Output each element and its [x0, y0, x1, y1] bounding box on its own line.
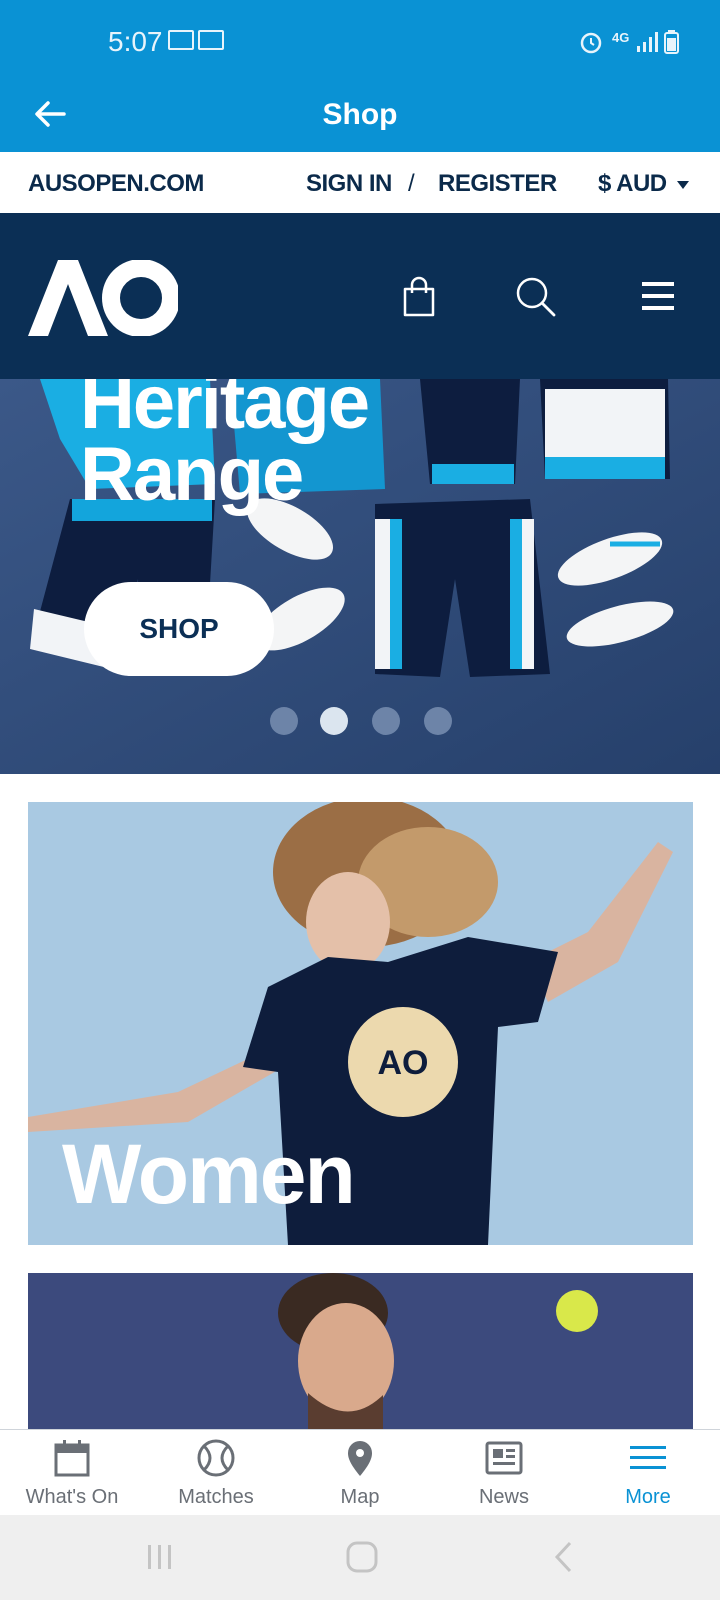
- news-icon: [485, 1441, 523, 1475]
- tab-label: News: [478, 1486, 529, 1508]
- mail-notification-icon: [198, 30, 224, 50]
- menu-icon: [630, 1446, 666, 1469]
- system-back-icon[interactable]: [552, 1541, 576, 1573]
- signal-icon: [637, 32, 658, 52]
- carousel-dot-4[interactable]: [424, 707, 452, 735]
- hero-shop-button[interactable]: SHOP: [84, 582, 274, 676]
- page-title: Shop: [322, 98, 398, 131]
- currency-selector[interactable]: $ AUD: [598, 170, 667, 198]
- register-link[interactable]: REGISTER: [438, 170, 557, 198]
- gmail-notification-icon: [168, 30, 194, 50]
- men-category-image: [28, 1273, 693, 1429]
- main-nav: [0, 213, 720, 379]
- svg-text:AO: AO: [378, 1044, 429, 1082]
- tab-matches[interactable]: Matches: [144, 1430, 288, 1516]
- tab-label: Map: [340, 1486, 380, 1508]
- battery-icon: [664, 30, 679, 54]
- chevron-down-icon: [677, 181, 689, 189]
- hero-banner[interactable]: Heritage Range SHOP: [0, 379, 720, 774]
- tab-label: What's On: [25, 1486, 119, 1508]
- tennis-ball-icon: [197, 1439, 235, 1477]
- category-card-men[interactable]: [28, 1273, 693, 1429]
- carousel-dot-1[interactable]: [270, 707, 298, 735]
- ao-logo[interactable]: [28, 260, 178, 336]
- ausopen-home-link[interactable]: AUSOPEN.COM: [28, 170, 204, 198]
- tab-label: Matches: [178, 1486, 254, 1508]
- tab-map[interactable]: Map: [288, 1430, 432, 1516]
- home-button-icon[interactable]: [344, 1539, 380, 1575]
- recent-apps-icon[interactable]: [144, 1541, 176, 1573]
- tab-more[interactable]: More: [576, 1430, 720, 1516]
- map-pin-icon: [348, 1441, 372, 1476]
- status-time: 5:07: [108, 26, 163, 57]
- carousel-dot-3[interactable]: [372, 707, 400, 735]
- calendar-icon: [54, 1440, 90, 1477]
- network-type: 4G: [612, 30, 630, 45]
- carousel-dot-2[interactable]: [320, 707, 348, 735]
- category-card-women[interactable]: AO Women: [28, 802, 693, 1245]
- site-top-bar: AUSOPEN.COM SIGN IN / REGISTER $ AUD: [0, 152, 720, 214]
- auth-separator: /: [408, 170, 415, 197]
- tab-whats-on[interactable]: What's On: [0, 1430, 144, 1516]
- status-bar: 5:07 4G: [0, 0, 720, 80]
- app-header: Shop: [0, 80, 720, 152]
- shopping-bag-icon[interactable]: [398, 275, 442, 319]
- search-icon[interactable]: [514, 275, 558, 319]
- bottom-tab-bar: What's On Matches Map News More: [0, 1429, 720, 1516]
- hamburger-menu-icon[interactable]: [638, 275, 682, 319]
- hero-title-line2: Range: [80, 432, 304, 517]
- system-navigation-bar: [0, 1515, 720, 1600]
- alarm-icon: [580, 32, 602, 54]
- tab-label: More: [625, 1486, 671, 1508]
- sign-in-link[interactable]: SIGN IN: [306, 170, 392, 198]
- women-category-label: Women: [62, 1127, 356, 1221]
- tab-news[interactable]: News: [432, 1430, 576, 1516]
